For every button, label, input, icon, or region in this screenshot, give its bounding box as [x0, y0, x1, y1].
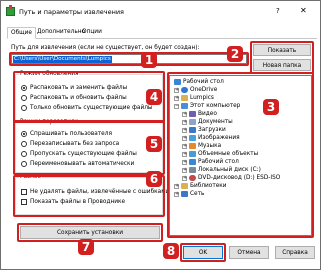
tab-strip: Общие Дополнительно Опции [7, 27, 317, 39]
extraction-dialog: Путь и параметры извлечения ? ✕ Общие До… [0, 0, 321, 270]
callout-badge-2: 2 [227, 46, 243, 62]
annotation-box-5 [13, 120, 165, 175]
tab-options[interactable]: Опции [79, 27, 105, 38]
callout-badge-4: 4 [146, 89, 162, 105]
path-label: Путь для извлечения (если не существует,… [11, 45, 200, 51]
app-icon [6, 5, 15, 16]
callout-badge-8: 8 [163, 243, 179, 259]
callout-badge-6: 6 [146, 171, 162, 187]
callout-badge-3: 3 [263, 99, 279, 115]
annotation-box-8 [180, 243, 226, 262]
callout-badge-7: 7 [78, 239, 94, 255]
help-button[interactable]: Справка [275, 246, 315, 259]
annotation-box-1 [9, 52, 249, 66]
annotation-box-4 [13, 71, 165, 123]
tab-general[interactable]: Общие [7, 27, 36, 39]
close-icon[interactable]: ✕ [300, 7, 307, 15]
cancel-button[interactable]: Отмена [229, 246, 269, 259]
annotation-box-3 [167, 72, 314, 238]
annotation-box-6 [13, 175, 165, 217]
help-icon[interactable]: ? [276, 8, 280, 15]
window-title: Путь и параметры извлечения [19, 8, 124, 16]
callout-badge-1: 1 [141, 52, 157, 68]
annotation-box-2 [250, 41, 314, 74]
title-bar: Путь и параметры извлечения ? ✕ [1, 1, 320, 23]
callout-badge-5: 5 [146, 136, 162, 152]
